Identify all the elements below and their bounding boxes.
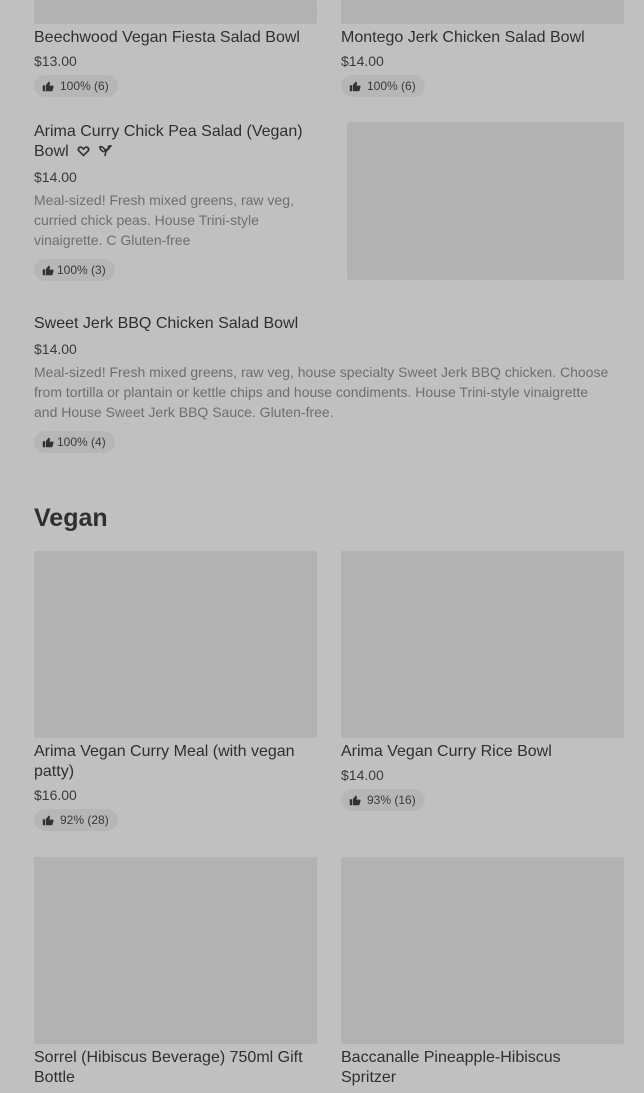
rating-text: 92% (28) xyxy=(60,813,109,827)
thumbs-up-icon xyxy=(42,437,54,448)
item-title-line-2: Bowl xyxy=(34,142,334,162)
item-image[interactable] xyxy=(341,857,624,1044)
thumbs-up-icon xyxy=(349,81,361,92)
item-title-line: Sorrel (Hibiscus Beverage) 750ml Gift xyxy=(34,1049,303,1066)
rating-badge: 100% (6) xyxy=(34,75,118,97)
item-title-line: Arima Vegan Curry Meal (with vegan xyxy=(34,743,295,760)
item-description: Meal-sized! Fresh mixed greens, raw veg,… xyxy=(34,190,324,250)
item-title-line: Spritzer xyxy=(341,1069,397,1086)
item-image[interactable] xyxy=(347,122,624,280)
item-image[interactable] xyxy=(341,0,624,24)
description-line: Meal-sized! Fresh mixed greens, raw veg,… xyxy=(34,364,609,380)
description-line: and House Sweet Jerk BBQ Sauce. Gluten-f… xyxy=(34,404,334,420)
item-title-line: Bowl xyxy=(34,143,69,160)
rating-text: 100% (4) xyxy=(57,435,106,449)
menu-page: Beechwood Vegan Fiesta Salad Bowl $13.00… xyxy=(0,0,644,1093)
description-line: Meal-sized! Fresh mixed greens, raw veg, xyxy=(34,192,294,208)
thumbs-up-icon xyxy=(349,795,361,806)
item-price: $16.00 xyxy=(34,787,77,803)
rating-badge: 93% (16) xyxy=(341,789,425,811)
item-title[interactable]: Sorrel (Hibiscus Beverage) 750ml Gift Bo… xyxy=(34,1048,334,1088)
item-title[interactable]: Arima Vegan Curry Meal (with vegan patty… xyxy=(34,742,324,782)
item-price: $14.00 xyxy=(34,341,77,357)
item-image[interactable] xyxy=(34,857,317,1044)
section-title: Vegan xyxy=(34,504,108,532)
item-image[interactable] xyxy=(34,0,317,24)
heart-icon xyxy=(77,146,90,157)
item-price: $13.00 xyxy=(34,53,77,69)
item-title[interactable]: Beechwood Vegan Fiesta Salad Bowl xyxy=(34,28,324,48)
item-title-line: Arima Curry Chick Pea Salad (Vegan) xyxy=(34,123,303,140)
leaf-icon xyxy=(98,145,112,157)
item-title-line: patty) xyxy=(34,763,75,780)
item-title[interactable]: Arima Curry Chick Pea Salad (Vegan) Bowl xyxy=(34,122,334,162)
rating-badge: 100% (4) xyxy=(34,431,115,453)
item-price: $14.00 xyxy=(341,767,384,783)
description-line: curried chick peas. House Trini-style xyxy=(34,212,259,228)
rating-badge: 100% (3) xyxy=(34,259,115,281)
rating-badge: 100% (6) xyxy=(341,75,425,97)
item-title-line: Baccanalle Pineapple-Hibiscus xyxy=(341,1049,561,1066)
item-description: Meal-sized! Fresh mixed greens, raw veg,… xyxy=(34,362,634,422)
thumbs-up-icon xyxy=(42,815,54,826)
rating-badge: 92% (28) xyxy=(34,809,118,831)
item-title[interactable]: Baccanalle Pineapple-Hibiscus Spritzer xyxy=(341,1048,631,1088)
thumbs-up-icon xyxy=(42,265,54,276)
item-title[interactable]: Sweet Jerk BBQ Chicken Salad Bowl xyxy=(34,314,624,334)
item-image[interactable] xyxy=(341,551,624,738)
description-line: from tortilla or plantain or kettle chip… xyxy=(34,384,589,400)
item-price: $14.00 xyxy=(341,53,384,69)
item-price: $14.00 xyxy=(34,169,77,185)
thumbs-up-icon xyxy=(42,81,54,92)
rating-text: 93% (16) xyxy=(367,793,416,807)
item-title-line: Bottle xyxy=(34,1069,75,1086)
rating-text: 100% (6) xyxy=(60,79,109,93)
rating-text: 100% (6) xyxy=(367,79,416,93)
item-title[interactable]: Montego Jerk Chicken Salad Bowl xyxy=(341,28,631,48)
description-line: vinaigrette. C Gluten-free xyxy=(34,232,191,248)
rating-text: 100% (3) xyxy=(57,263,106,277)
item-image[interactable] xyxy=(34,551,317,738)
item-title[interactable]: Arima Vegan Curry Rice Bowl xyxy=(341,742,631,762)
